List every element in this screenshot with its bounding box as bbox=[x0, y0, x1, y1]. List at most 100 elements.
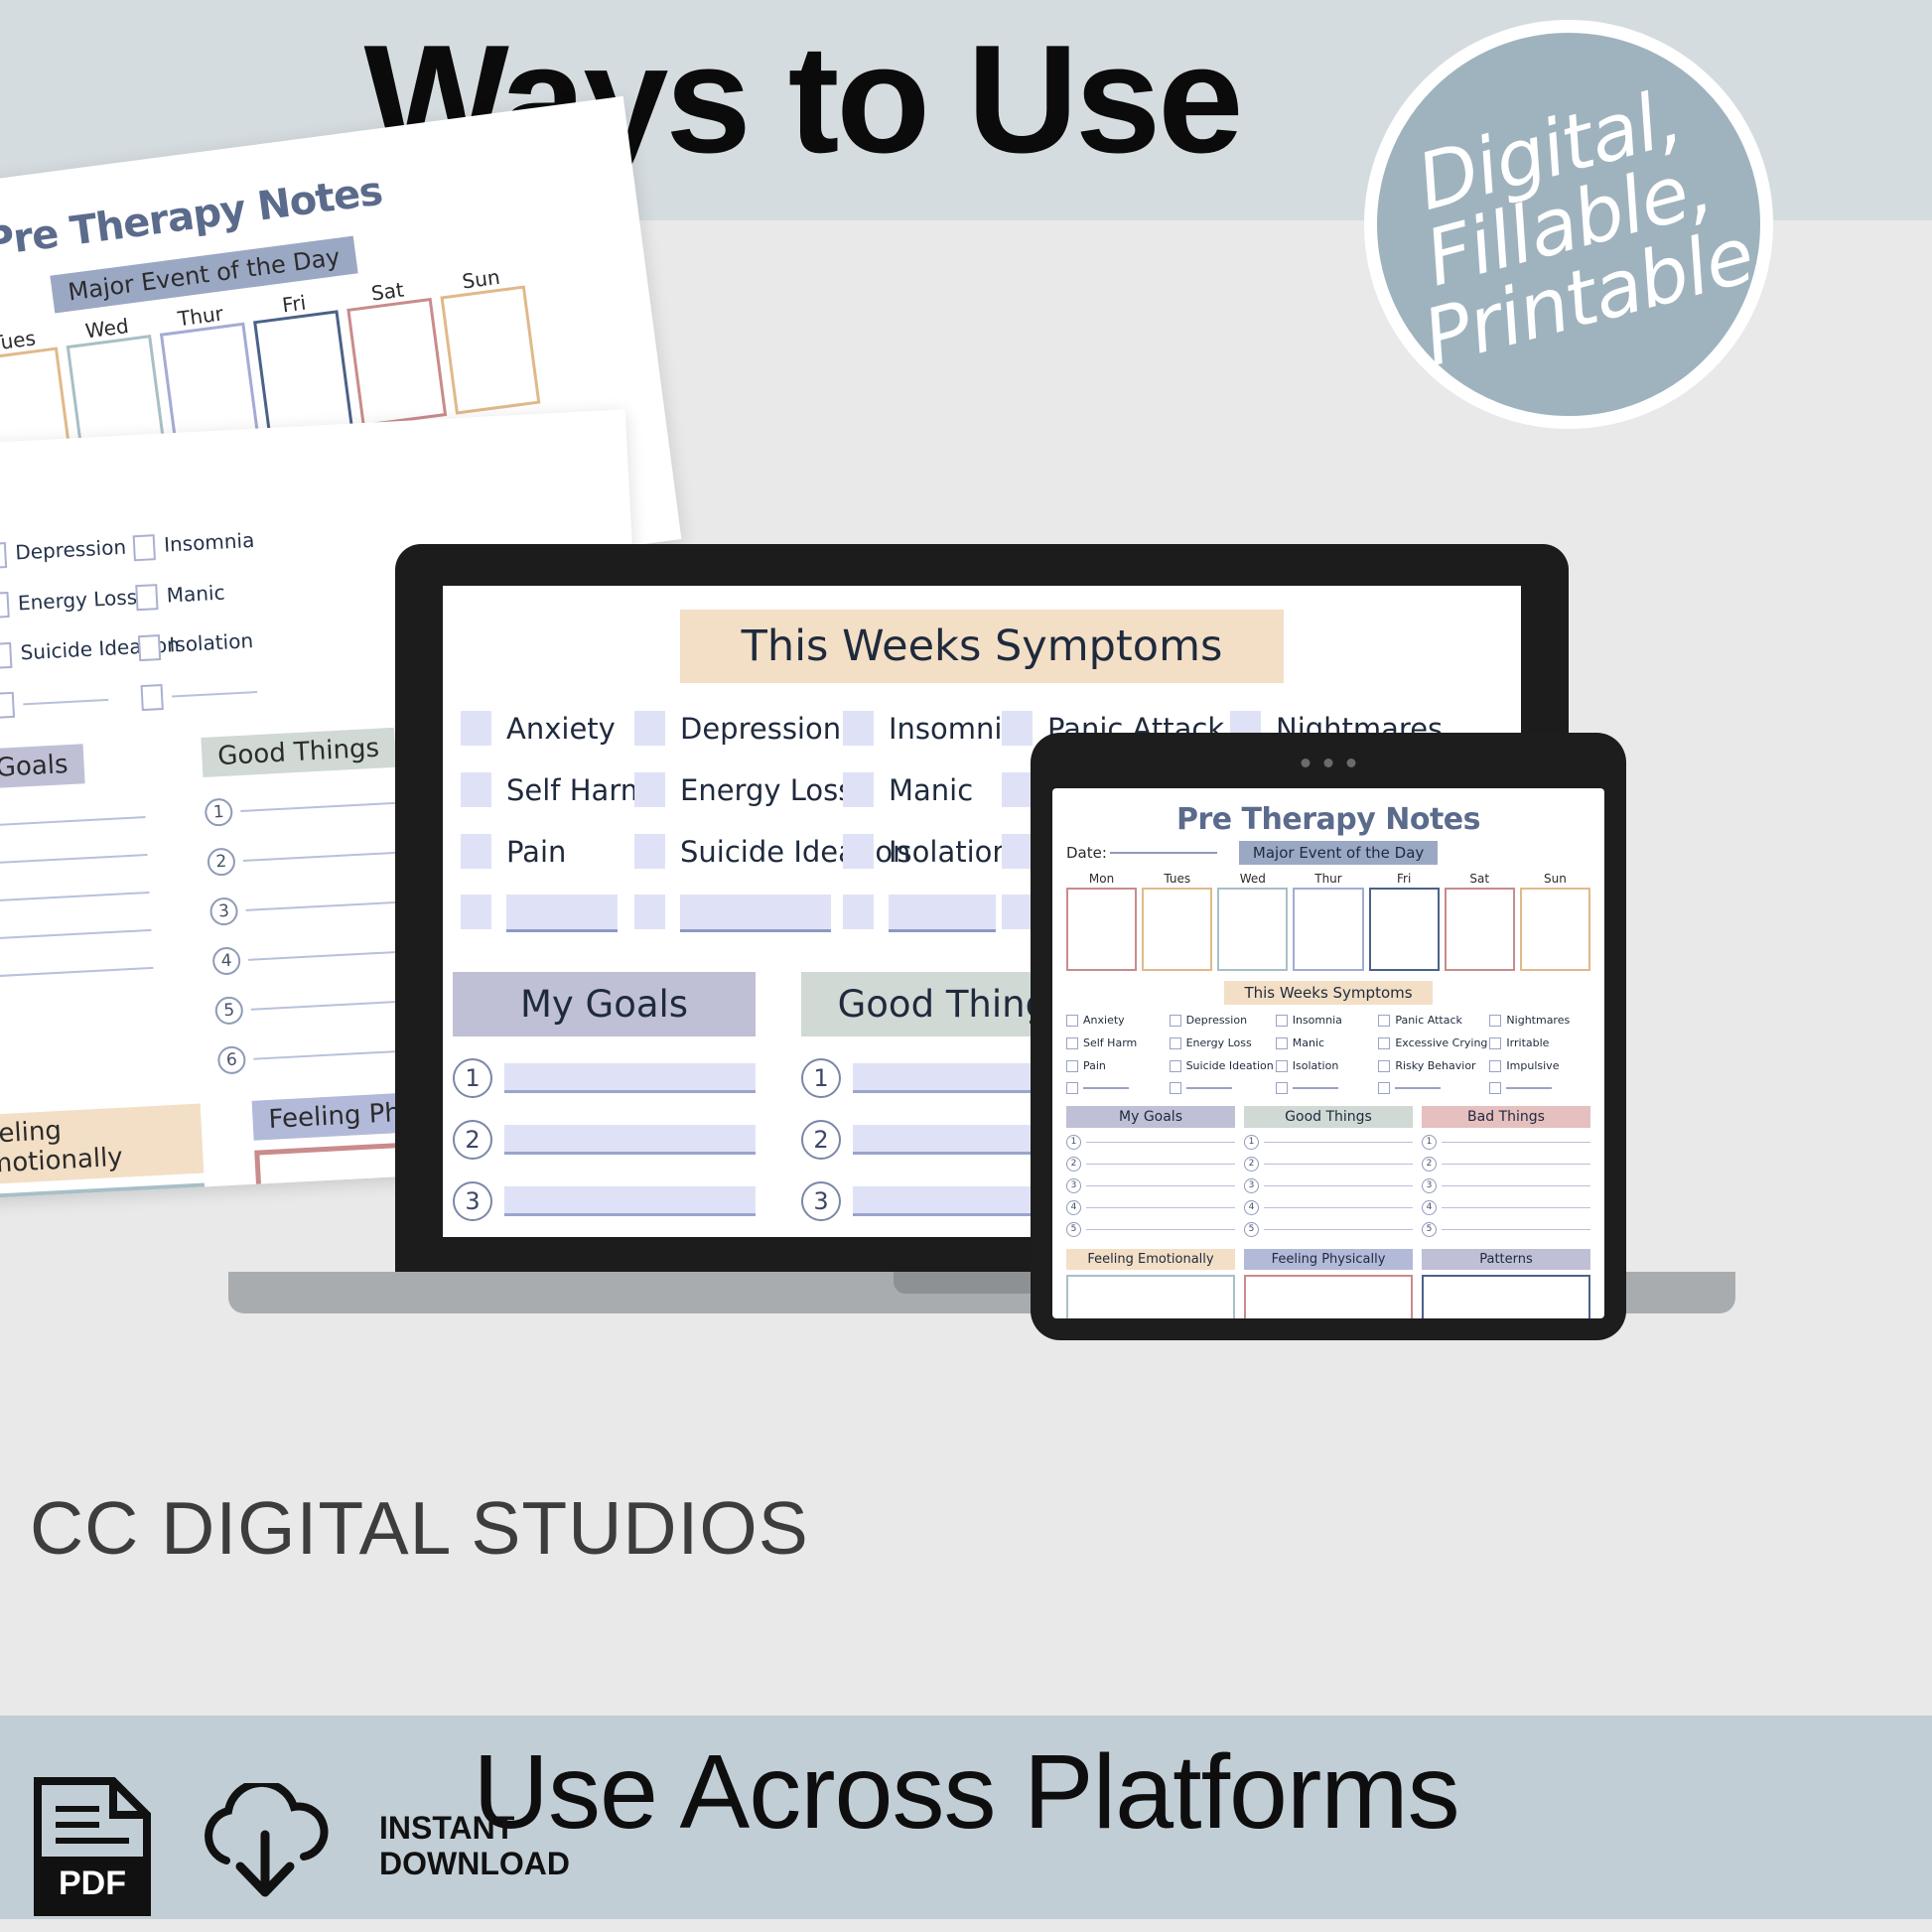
list-row: 5 bbox=[1066, 1222, 1235, 1237]
checkbox[interactable] bbox=[0, 691, 16, 719]
list-input[interactable] bbox=[1086, 1163, 1235, 1166]
section-box[interactable] bbox=[1066, 1275, 1235, 1318]
day-box[interactable] bbox=[1368, 888, 1440, 971]
list-input[interactable] bbox=[504, 1125, 756, 1155]
checkbox[interactable] bbox=[1169, 1036, 1181, 1049]
checkbox[interactable] bbox=[0, 541, 8, 569]
checkbox[interactable] bbox=[140, 683, 164, 712]
checkbox[interactable] bbox=[843, 834, 874, 869]
checkbox[interactable] bbox=[135, 584, 159, 612]
checkbox[interactable] bbox=[1489, 1036, 1502, 1049]
checkbox[interactable] bbox=[634, 772, 665, 807]
list-input[interactable] bbox=[1442, 1163, 1590, 1166]
checkbox[interactable] bbox=[1275, 1082, 1288, 1094]
sheet-bottom-symptom bbox=[0, 685, 142, 719]
section-box[interactable] bbox=[1422, 1275, 1590, 1318]
checkbox[interactable] bbox=[1378, 1036, 1391, 1049]
sheet-bottom-symptom: Suicide Ideation bbox=[0, 632, 180, 669]
checkbox[interactable] bbox=[1066, 1082, 1078, 1094]
list-input[interactable] bbox=[1086, 1228, 1235, 1231]
day-box[interactable] bbox=[1142, 888, 1213, 971]
day-box[interactable] bbox=[1066, 888, 1138, 971]
list-number: 4 bbox=[1244, 1200, 1259, 1215]
custom-symptom-input[interactable] bbox=[1292, 1087, 1338, 1089]
checkbox[interactable] bbox=[1169, 1014, 1181, 1027]
custom-symptom-input[interactable] bbox=[1185, 1087, 1232, 1089]
checkbox[interactable] bbox=[1002, 711, 1033, 746]
checkbox[interactable] bbox=[1275, 1059, 1288, 1072]
checkbox[interactable] bbox=[461, 772, 491, 807]
checkbox[interactable] bbox=[843, 711, 874, 746]
list-input[interactable] bbox=[1442, 1141, 1590, 1144]
list-row: 4 bbox=[1066, 1200, 1235, 1215]
checkbox[interactable] bbox=[1066, 1059, 1078, 1072]
checkbox[interactable] bbox=[1002, 834, 1033, 869]
checkbox[interactable] bbox=[1378, 1014, 1391, 1027]
list-input[interactable] bbox=[1086, 1184, 1235, 1187]
date-input[interactable] bbox=[1109, 852, 1217, 854]
checkbox[interactable] bbox=[634, 895, 665, 929]
day-box[interactable] bbox=[1293, 888, 1364, 971]
day-box[interactable] bbox=[1217, 888, 1289, 971]
checkbox[interactable] bbox=[137, 633, 162, 661]
tablet-day: Wed bbox=[1217, 872, 1289, 971]
checkbox[interactable] bbox=[1002, 772, 1033, 807]
list-input[interactable] bbox=[1264, 1206, 1413, 1209]
tablet-symptoms-grid: Anxiety Depression Insomnia Panic Attack… bbox=[1066, 1014, 1590, 1094]
laptop-symptom: Anxiety bbox=[461, 711, 634, 746]
checkbox[interactable] bbox=[634, 711, 665, 746]
section-box[interactable] bbox=[1244, 1275, 1413, 1318]
checkbox[interactable] bbox=[1489, 1014, 1502, 1027]
list-input[interactable] bbox=[1442, 1184, 1590, 1187]
custom-symptom-input[interactable] bbox=[1083, 1087, 1129, 1089]
checkbox[interactable] bbox=[461, 895, 491, 929]
checkbox[interactable] bbox=[1489, 1059, 1502, 1072]
list-input[interactable] bbox=[1264, 1141, 1413, 1144]
checkbox[interactable] bbox=[1275, 1036, 1288, 1049]
checkbox[interactable] bbox=[1275, 1014, 1288, 1027]
day-box[interactable] bbox=[1519, 888, 1590, 971]
tablet-screen[interactable]: Pre Therapy Notes Date: Major Event of t… bbox=[1052, 788, 1604, 1318]
list-input[interactable] bbox=[1442, 1206, 1590, 1209]
checkbox[interactable] bbox=[461, 711, 491, 746]
checkbox[interactable] bbox=[1002, 895, 1033, 929]
checkbox[interactable] bbox=[1489, 1082, 1502, 1094]
list-input[interactable] bbox=[1264, 1184, 1413, 1187]
list-input[interactable] bbox=[1086, 1141, 1235, 1144]
custom-symptom-input[interactable] bbox=[1395, 1087, 1442, 1089]
list-number: 1 bbox=[801, 1058, 841, 1098]
checkbox[interactable] bbox=[0, 641, 13, 669]
symptom-label: Isolation bbox=[889, 834, 1011, 869]
list-input[interactable] bbox=[1264, 1163, 1413, 1166]
checkbox[interactable] bbox=[461, 834, 491, 869]
symptom-label: Pain bbox=[1083, 1059, 1106, 1072]
day-box[interactable] bbox=[1444, 888, 1515, 971]
checkbox[interactable] bbox=[1066, 1014, 1078, 1027]
custom-symptom-input[interactable] bbox=[680, 895, 831, 932]
list-input[interactable] bbox=[1264, 1228, 1413, 1231]
list-input[interactable] bbox=[1086, 1206, 1235, 1209]
checkbox[interactable] bbox=[843, 772, 874, 807]
custom-symptom-input[interactable] bbox=[889, 895, 996, 932]
list-input[interactable] bbox=[504, 1063, 756, 1093]
checkbox[interactable] bbox=[0, 591, 10, 620]
day-label: Mon bbox=[1088, 872, 1115, 886]
checkbox[interactable] bbox=[132, 533, 156, 561]
list-input[interactable] bbox=[504, 1186, 756, 1216]
symptom-label: Impulsive bbox=[1506, 1059, 1560, 1072]
checkbox[interactable] bbox=[1378, 1082, 1391, 1094]
checkbox[interactable] bbox=[1169, 1059, 1181, 1072]
checkbox[interactable] bbox=[1169, 1082, 1181, 1094]
write-line bbox=[0, 891, 150, 904]
checkbox[interactable] bbox=[1378, 1059, 1391, 1072]
footer-band bbox=[0, 1919, 1932, 1932]
tablet-symptom: Pain bbox=[1066, 1059, 1168, 1072]
custom-symptom-input[interactable] bbox=[1506, 1087, 1553, 1089]
checkbox[interactable] bbox=[843, 895, 874, 929]
list-input[interactable] bbox=[1442, 1228, 1590, 1231]
checkbox[interactable] bbox=[634, 834, 665, 869]
major-event-tag: Major Event of the Day bbox=[1238, 841, 1439, 865]
custom-symptom-input[interactable] bbox=[506, 895, 618, 932]
checkbox[interactable] bbox=[1066, 1036, 1078, 1049]
laptop-list-row: 2 bbox=[453, 1120, 756, 1160]
